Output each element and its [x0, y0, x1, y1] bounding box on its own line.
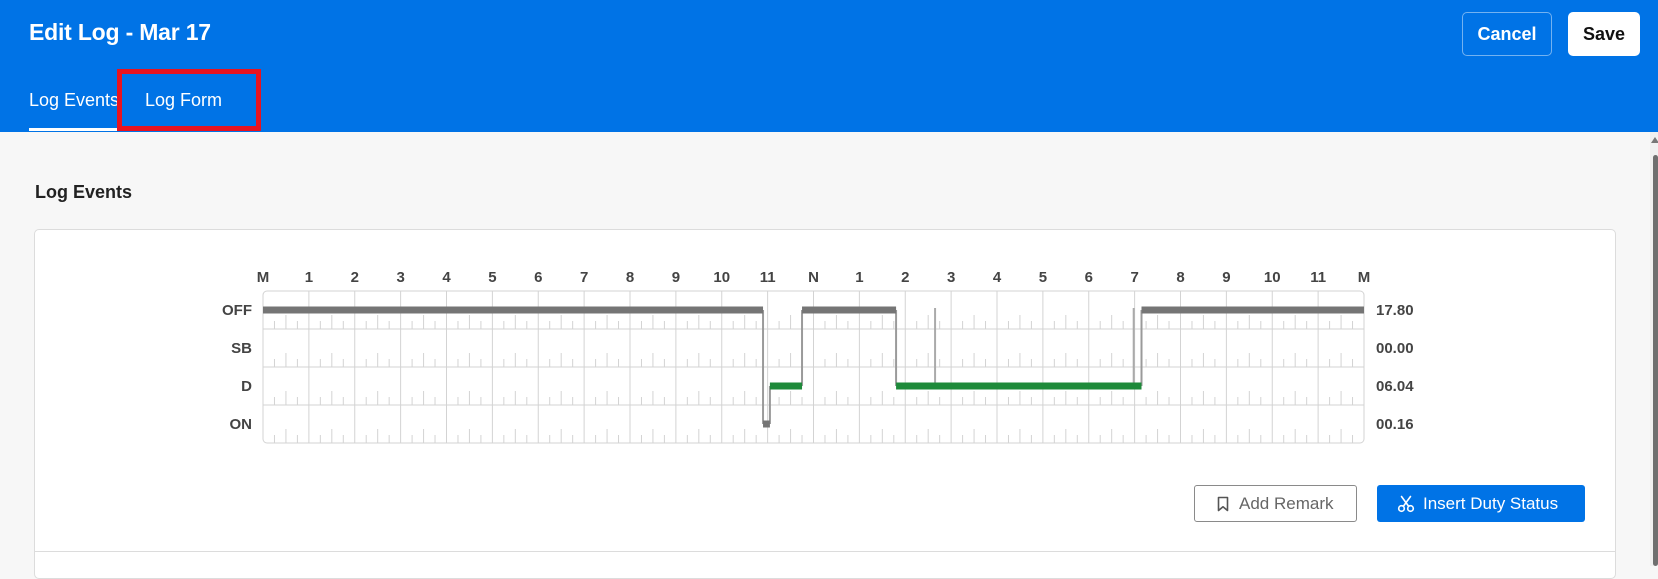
hour-label: 7: [580, 269, 588, 286]
hour-label: 4: [993, 269, 1002, 286]
hour-label: 6: [534, 269, 542, 286]
row-total: 00.00: [1376, 340, 1414, 357]
row-label: OFF: [222, 302, 252, 319]
hour-label: 11: [760, 269, 776, 286]
hour-label: 5: [488, 269, 496, 286]
hour-label: 8: [1176, 269, 1184, 286]
row-label: SB: [231, 340, 252, 357]
hour-label: 3: [396, 269, 404, 286]
row-label: ON: [230, 416, 253, 433]
hour-label: 5: [1039, 269, 1047, 286]
row-total: 00.16: [1376, 416, 1414, 433]
hour-label: 10: [1264, 269, 1281, 286]
hour-label: M: [1358, 269, 1371, 286]
hour-label: 3: [947, 269, 955, 286]
insert-duty-status-button[interactable]: Insert Duty Status: [1377, 485, 1585, 522]
add-remark-button[interactable]: Add Remark: [1194, 485, 1357, 522]
hour-label: 8: [626, 269, 634, 286]
hour-label: 1: [305, 269, 313, 286]
hour-label: 9: [1222, 269, 1230, 286]
hour-label: 1: [855, 269, 863, 286]
hour-label: M: [257, 269, 270, 286]
hour-label: N: [808, 269, 819, 286]
duty-status-grid[interactable]: M 1 2 3 4 5 6 7 8 9 10 11 N 1 2 3 4 5 6 7 8 9 10 11 M OFF 17.80 SB 0…: [0, 0, 1658, 566]
hour-label: 7: [1130, 269, 1138, 286]
insert-duty-label: Insert Duty Status: [1423, 493, 1559, 513]
row-total: 06.04: [1376, 378, 1414, 395]
bookmark-icon: [1217, 496, 1229, 512]
hour-label: 10: [713, 269, 730, 286]
hour-label: 9: [672, 269, 680, 286]
hour-label: 6: [1085, 269, 1093, 286]
hour-label: 2: [901, 269, 909, 286]
add-remark-label: Add Remark: [1239, 493, 1334, 513]
hour-label: 11: [1310, 269, 1326, 286]
hour-label: 2: [351, 269, 359, 286]
scissors-icon: [1397, 495, 1415, 513]
row-label: D: [241, 378, 252, 395]
hour-label: 4: [442, 269, 451, 286]
row-total: 17.80: [1376, 302, 1414, 319]
